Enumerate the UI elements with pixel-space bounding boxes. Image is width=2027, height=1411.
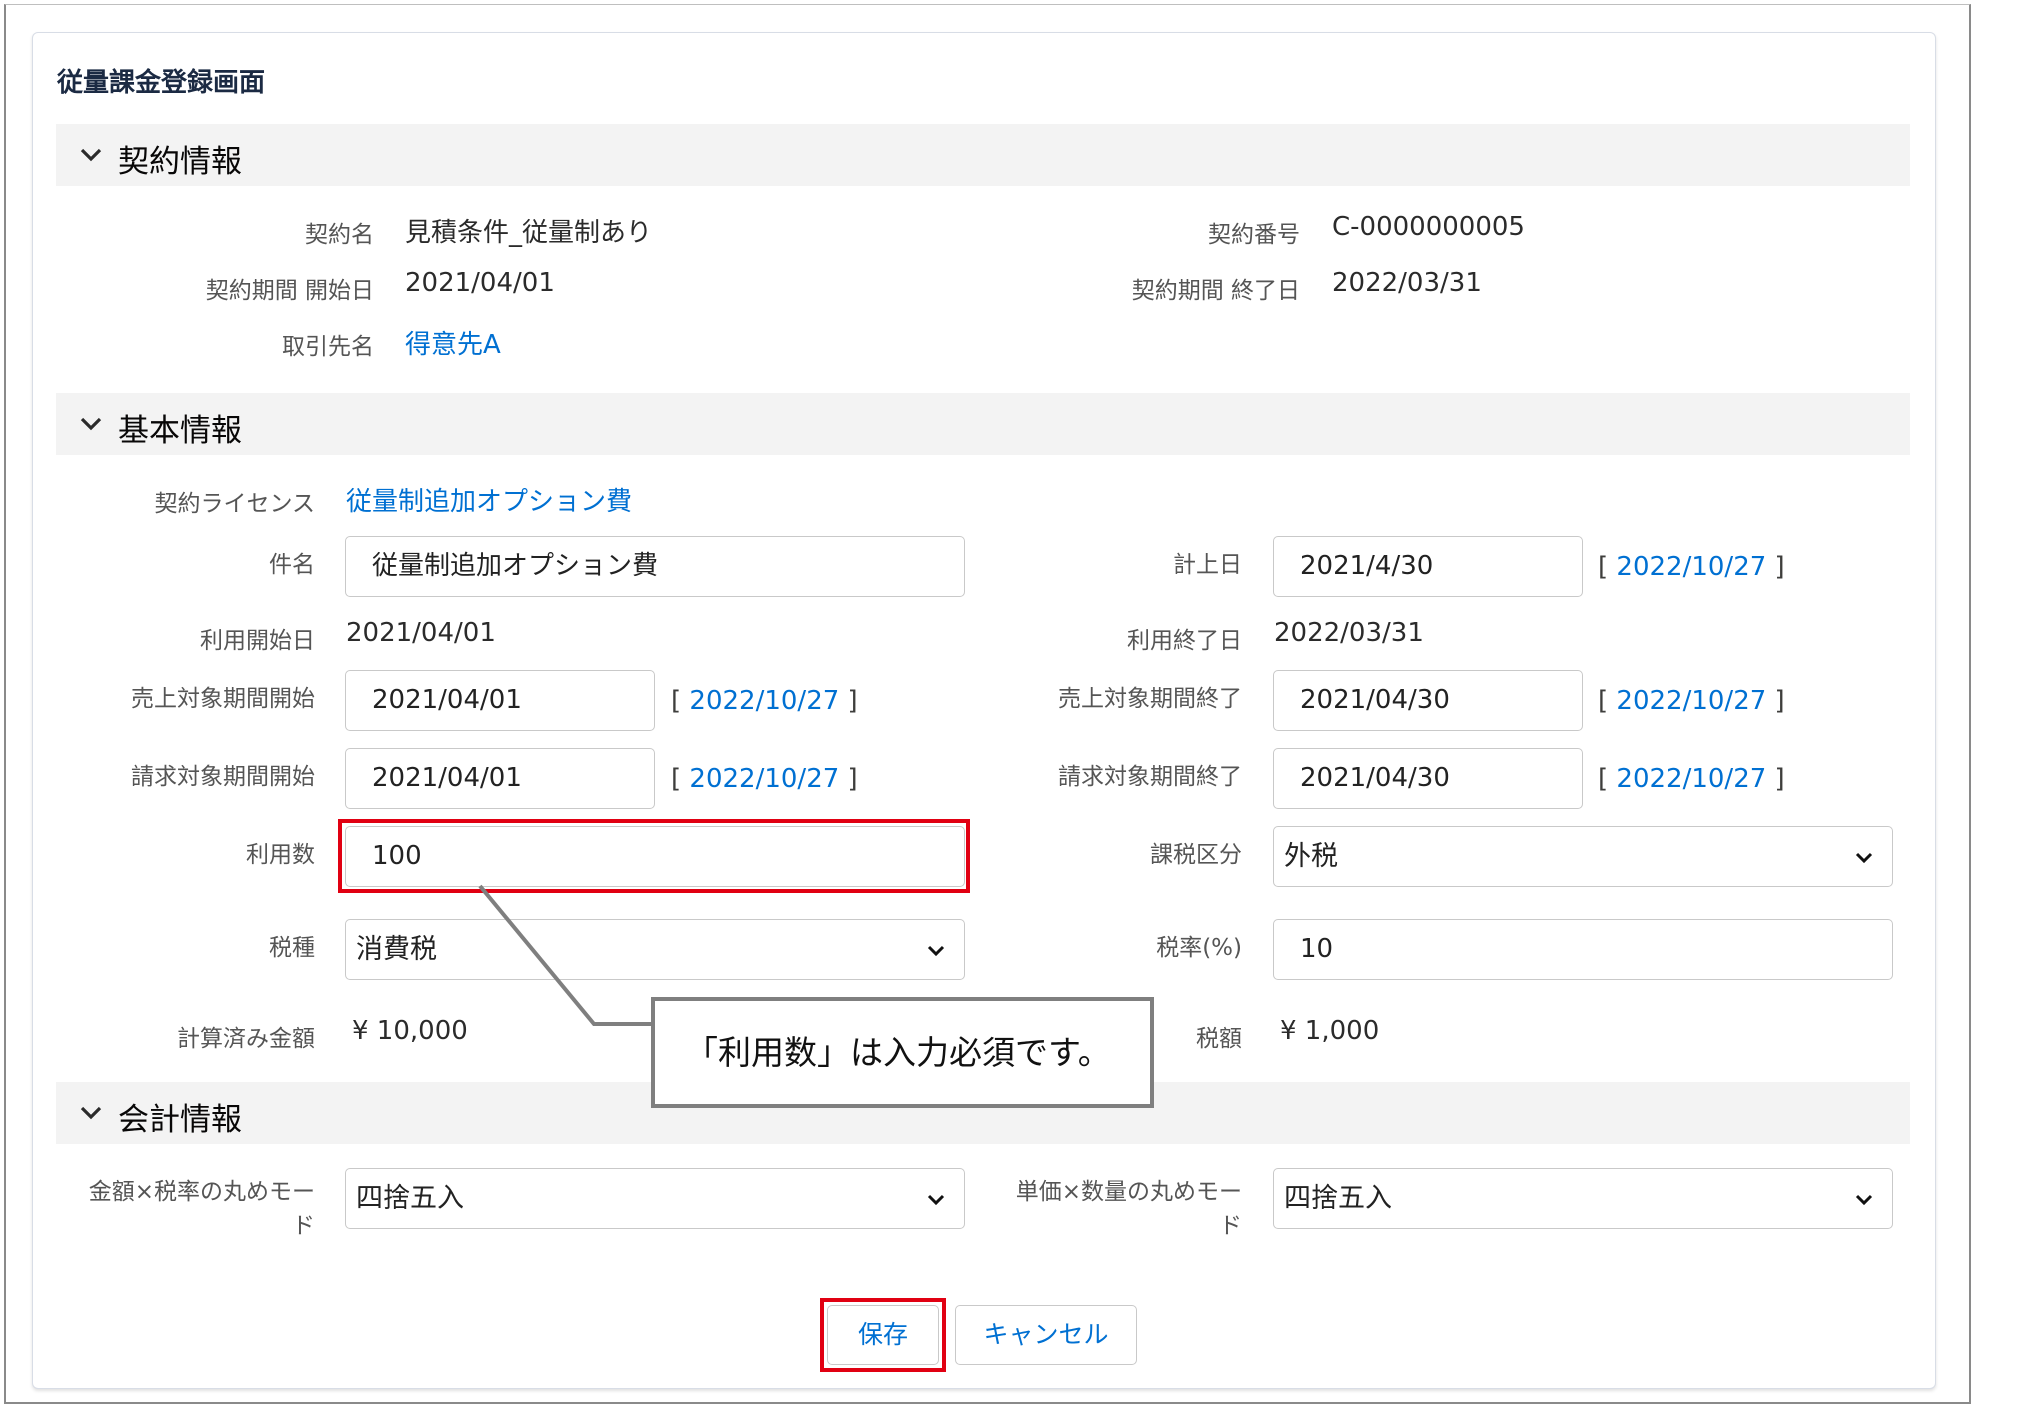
bracket-open: [ (671, 686, 682, 716)
today-date: 2022/10/27 (1616, 552, 1767, 582)
chevron-down-icon (927, 1194, 945, 1206)
tax-type-selected: 消費税 (356, 934, 437, 965)
rounding-qty-selected: 四捨五入 (1284, 1183, 1392, 1214)
client-name-label: 取引先名 (282, 334, 374, 360)
today-date: 2022/10/27 (1616, 686, 1767, 716)
client-name-link[interactable]: 得意先A (405, 324, 501, 361)
sales-start-today-link[interactable]: [ 2022/10/27 ] (671, 686, 858, 716)
sales-end-label: 売上対象期間終了 (1058, 686, 1242, 712)
bracket-close: ] (1774, 686, 1785, 716)
calculated-amount-label: 計算済み金額 (177, 1026, 315, 1052)
bill-end-today-link[interactable]: [ 2022/10/27 ] (1598, 764, 1785, 794)
cancel-button[interactable]: キャンセル (955, 1305, 1137, 1365)
usage-count-label: 利用数 (246, 842, 315, 868)
page-title: 従量課金登録画面 (57, 68, 266, 98)
bill-end-label: 請求対象期間終了 (1058, 764, 1242, 790)
usage-highlight-box (338, 819, 970, 893)
bill-start-input[interactable]: 2021/04/01 (345, 748, 655, 809)
tax-rate-label: 税率(%) (1156, 935, 1242, 961)
contract-start-value: 2021/04/01 (405, 268, 555, 298)
use-start-value: 2021/04/01 (346, 618, 496, 648)
chevron-down-icon (80, 417, 102, 431)
bracket-open: [ (671, 764, 682, 794)
bracket-close: ] (1774, 764, 1785, 794)
rounding-tax-label-line1: 金額×税率の丸めモー (88, 1179, 315, 1205)
callout-required-note: 「利用数」は入力必須です。 (651, 997, 1154, 1108)
bill-start-today-link[interactable]: [ 2022/10/27 ] (671, 764, 858, 794)
rounding-tax-label: 金額×税率の丸めモー ド (89, 1175, 315, 1243)
posting-date-label: 計上日 (1173, 552, 1242, 578)
license-link[interactable]: 従量制追加オプション費 (346, 481, 632, 518)
rounding-qty-label-line2: ド (1219, 1213, 1242, 1239)
rounding-qty-label-line1: 単価×数量の丸めモー (1015, 1179, 1242, 1205)
bracket-close: ] (847, 764, 858, 794)
tax-type-select[interactable]: 消費税 (345, 919, 965, 980)
sales-end-input[interactable]: 2021/04/30 (1273, 670, 1583, 731)
contract-number-label: 契約番号 (1208, 222, 1300, 248)
contract-end-label: 契約期間 終了日 (1131, 278, 1300, 304)
sales-end-today-link[interactable]: [ 2022/10/27 ] (1598, 686, 1785, 716)
rounding-qty-label: 単価×数量の丸めモー ド (1016, 1175, 1242, 1243)
contract-number-value: C-0000000005 (1332, 212, 1525, 242)
bracket-close: ] (847, 686, 858, 716)
use-start-label: 利用開始日 (200, 628, 315, 654)
rounding-tax-selected: 四捨五入 (356, 1183, 464, 1214)
calculated-amount-value: ¥ 10,000 (352, 1016, 468, 1046)
contract-end-value: 2022/03/31 (1332, 268, 1482, 298)
tax-class-selected: 外税 (1284, 841, 1338, 872)
posting-date-input[interactable]: 2021/4/30 (1273, 536, 1583, 597)
today-date: 2022/10/27 (1616, 764, 1767, 794)
chevron-down-icon (1855, 1194, 1873, 1206)
bracket-open: [ (1598, 552, 1609, 582)
today-date: 2022/10/27 (689, 764, 840, 794)
tax-amount-label: 税額 (1196, 1026, 1242, 1052)
rounding-tax-label-line2: ド (292, 1213, 315, 1239)
chevron-down-icon (1855, 852, 1873, 864)
use-end-value: 2022/03/31 (1274, 618, 1424, 648)
section-label: 契約情報 (118, 144, 242, 180)
contract-name-label: 契約名 (305, 222, 374, 248)
sales-start-label: 売上対象期間開始 (131, 686, 315, 712)
today-date: 2022/10/27 (689, 686, 840, 716)
section-label: 会計情報 (118, 1102, 242, 1138)
use-end-label: 利用終了日 (1127, 628, 1242, 654)
tax-class-label: 課税区分 (1150, 842, 1242, 868)
chevron-down-icon (80, 1106, 102, 1120)
section-header-contract[interactable]: 契約情報 (56, 124, 1910, 186)
contract-name-value: 見積条件_従量制あり (405, 218, 653, 248)
bracket-open: [ (1598, 764, 1609, 794)
sales-start-input[interactable]: 2021/04/01 (345, 670, 655, 731)
chevron-down-icon (80, 148, 102, 162)
license-label: 契約ライセンス (154, 491, 315, 517)
bill-end-input[interactable]: 2021/04/30 (1273, 748, 1583, 809)
bracket-open: [ (1598, 686, 1609, 716)
rounding-qty-select[interactable]: 四捨五入 (1273, 1168, 1893, 1229)
subject-input[interactable]: 従量制追加オプション費 (345, 536, 965, 597)
tax-amount-value: ¥ 1,000 (1280, 1016, 1380, 1046)
rounding-tax-select[interactable]: 四捨五入 (345, 1168, 965, 1229)
save-highlight-box (820, 1298, 946, 1372)
chevron-down-icon (927, 945, 945, 957)
tax-class-select[interactable]: 外税 (1273, 826, 1893, 887)
subject-label: 件名 (269, 552, 315, 578)
tax-type-label: 税種 (269, 935, 315, 961)
section-header-basic[interactable]: 基本情報 (56, 393, 1910, 455)
bracket-close: ] (1774, 552, 1785, 582)
section-label: 基本情報 (118, 413, 242, 449)
posting-today-link[interactable]: [ 2022/10/27 ] (1598, 552, 1785, 582)
bill-start-label: 請求対象期間開始 (131, 764, 315, 790)
tax-rate-input[interactable]: 10 (1273, 919, 1893, 980)
contract-start-label: 契約期間 開始日 (205, 278, 374, 304)
